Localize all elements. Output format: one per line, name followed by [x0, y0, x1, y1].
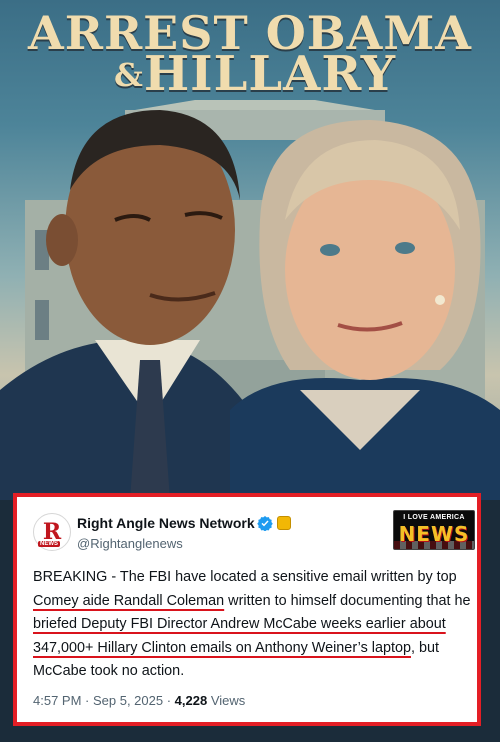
avatar-logo-letter: R [42, 519, 62, 545]
verified-badge-icon [257, 516, 273, 531]
account-handle[interactable]: @Rightanglenews [77, 536, 183, 551]
poster-image: ARREST OBAMA &HILLARY [0, 0, 500, 500]
account-name[interactable]: Right Angle News Network [77, 515, 255, 531]
tweet-card: R NEWS Right Angle News Network @Rightan… [13, 493, 481, 726]
hillary-portrait [230, 120, 500, 500]
poster-title-ampersand: & [113, 56, 144, 94]
tweet-text-part3: written to himself documenting that he [224, 592, 471, 609]
affiliate-badge-icon [277, 516, 291, 530]
tweet-date[interactable]: Sep 5, 2025 [93, 693, 163, 708]
meta-separator: · [163, 693, 175, 708]
tweet-meta: 4:57 PM · Sep 5, 2025 · 4,228 Views [33, 693, 245, 708]
views-count: 4,228 [174, 693, 208, 708]
tweet-text-part1: BREAKING - The FBI have located a sensit… [33, 569, 457, 585]
tweet-text-underlined-2: briefed Deputy FBI Director Andrew McCab… [33, 616, 446, 656]
logo-bottom-text: NEWS [394, 522, 474, 546]
avatar-logo-tag: NEWS [38, 541, 60, 547]
logo-top-text: I LOVE AMERICA [403, 514, 465, 521]
meta-separator: · [81, 693, 93, 708]
views-label: Views [207, 693, 246, 708]
i-love-america-news-logo: I LOVE AMERICA NEWS [393, 510, 475, 550]
tweet-text-underlined-1: Comey aide Randall Coleman [33, 592, 225, 609]
account-avatar[interactable]: R NEWS [33, 513, 71, 551]
tweet-body: BREAKING - The FBI have located a sensit… [33, 566, 479, 684]
tweet-time[interactable]: 4:57 PM [33, 693, 81, 708]
